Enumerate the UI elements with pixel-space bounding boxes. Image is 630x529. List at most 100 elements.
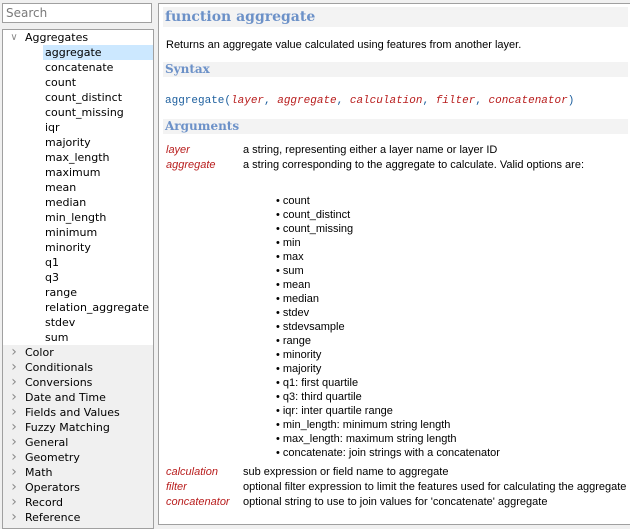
aggregate-option: range <box>276 334 500 348</box>
syntax-punct: , <box>475 95 489 107</box>
argument-row: aggregate a string corresponding to the a… <box>159 158 630 173</box>
tree-item-majority[interactable]: majority <box>3 135 153 150</box>
argument-description: sub expression or field name to aggregat… <box>243 466 449 478</box>
tree-item-label: range <box>45 286 77 299</box>
tree-group-label: Record <box>25 496 64 509</box>
tree-item-label: count_missing <box>45 106 124 119</box>
aggregate-option: q1: first quartile <box>276 376 500 390</box>
chevron-right-icon[interactable]: › <box>8 420 20 435</box>
syntax-arg: concatenator <box>488 95 568 107</box>
aggregate-option: mean <box>276 278 500 292</box>
aggregate-option: min <box>276 236 500 250</box>
tree-group-label: General <box>25 436 69 449</box>
search-input[interactable] <box>6 6 148 20</box>
tree-group-geometry[interactable]: › Geometry <box>3 450 153 465</box>
tree-item-minority[interactable]: minority <box>3 240 153 255</box>
tree-item-max-length[interactable]: max_length <box>3 150 153 165</box>
chevron-right-icon[interactable]: › <box>8 435 20 450</box>
argument-row: filter optional filter expression to limi… <box>159 480 630 495</box>
tree-group-general[interactable]: › General <box>3 435 153 450</box>
tree-group-reference[interactable]: › Reference <box>3 510 153 525</box>
tree-group-label: Operators <box>25 481 80 494</box>
tree-group-math[interactable]: › Math <box>3 465 153 480</box>
aggregate-option: minority <box>276 348 500 362</box>
aggregate-option: median <box>276 292 500 306</box>
chevron-right-icon[interactable]: › <box>8 495 20 510</box>
tree-item-maximum[interactable]: maximum <box>3 165 153 180</box>
chevron-right-icon[interactable]: › <box>8 375 20 390</box>
tree-item-q1[interactable]: q1 <box>3 255 153 270</box>
tree-group-operators[interactable]: › Operators <box>3 480 153 495</box>
tree-item-count[interactable]: count <box>3 75 153 90</box>
tree-group-date-and-time[interactable]: › Date and Time <box>3 390 153 405</box>
syntax-punct: ) <box>567 95 575 107</box>
tree-item-label: aggregate <box>45 45 153 60</box>
syntax-heading: Syntax <box>163 62 628 77</box>
chevron-right-icon[interactable]: › <box>8 450 20 465</box>
tree-group-aggregates[interactable]: ∨ Aggregates <box>3 30 153 45</box>
argument-name: filter <box>166 481 187 493</box>
syntax-arg: layer <box>231 95 265 107</box>
chevron-right-icon[interactable]: › <box>8 405 20 420</box>
chevron-right-icon[interactable]: › <box>8 510 20 525</box>
tree-item-minimum[interactable]: minimum <box>3 225 153 240</box>
tree-group-fields-and-values[interactable]: › Fields and Values <box>3 405 153 420</box>
argument-row: concatenator optional string to use to jo… <box>159 495 630 510</box>
arguments-list: layer a string, representing either a lay… <box>159 143 630 523</box>
collapsed-groups: › Color › Conditionals › Conversions › Date and… <box>3 345 153 525</box>
tree-item-label: relation_aggregate <box>45 301 149 314</box>
aggregate-option: sum <box>276 264 500 278</box>
tree-item-label: concatenate <box>45 61 114 74</box>
aggregate-option: majority <box>276 362 500 376</box>
tree-item-sum[interactable]: sum <box>3 330 153 345</box>
tree-item-min-length[interactable]: min_length <box>3 210 153 225</box>
aggregate-options-list: countcount_distinctcount_missingminmaxsu… <box>276 194 500 460</box>
tree-group-record[interactable]: › Record <box>3 495 153 510</box>
chevron-down-icon[interactable]: ∨ <box>8 30 20 45</box>
aggregate-option: max_length: maximum string length <box>276 432 500 446</box>
aggregate-option: stdevsample <box>276 320 500 334</box>
tree-item-median[interactable]: median <box>3 195 153 210</box>
tree-group-conversions[interactable]: › Conversions <box>3 375 153 390</box>
aggregates-group-block: ∨ Aggregates aggregate concatenate count co… <box>3 30 153 345</box>
syntax-punct: , <box>336 95 350 107</box>
syntax-arg: filter <box>435 95 476 107</box>
tree-group-label: Aggregates <box>25 31 89 44</box>
tree-item-aggregate[interactable]: aggregate <box>3 45 153 60</box>
search-box[interactable] <box>2 3 152 23</box>
argument-description: a string, representing either a layer na… <box>243 144 498 156</box>
argument-description: optional filter expression to limit the … <box>243 481 627 493</box>
tree-item-label: q1 <box>45 256 59 269</box>
argument-name: layer <box>166 144 190 156</box>
tree-item-count-distinct[interactable]: count_distinct <box>3 90 153 105</box>
argument-row: calculation sub expression or field name … <box>159 465 630 480</box>
tree-group-conditionals[interactable]: › Conditionals <box>3 360 153 375</box>
tree-group-fuzzy-matching[interactable]: › Fuzzy Matching <box>3 420 153 435</box>
tree-item-relation-aggregate[interactable]: relation_aggregate <box>3 300 153 315</box>
tree-item-label: minimum <box>45 226 98 239</box>
tree-group-label: Math <box>25 466 53 479</box>
tree-item-iqr[interactable]: iqr <box>3 120 153 135</box>
tree-group-color[interactable]: › Color <box>3 345 153 360</box>
tree-item-concatenate[interactable]: concatenate <box>3 60 153 75</box>
tree-item-range[interactable]: range <box>3 285 153 300</box>
chevron-right-icon[interactable]: › <box>8 480 20 495</box>
tree-item-label: maximum <box>45 166 101 179</box>
tree-item-label: mean <box>45 181 77 194</box>
argument-description: a string corresponding to the aggregate … <box>243 159 585 171</box>
tree-item-q3[interactable]: q3 <box>3 270 153 285</box>
tree-item-stdev[interactable]: stdev <box>3 315 153 330</box>
syntax-function-name: aggregate( <box>165 95 232 107</box>
chevron-right-icon[interactable]: › <box>8 360 20 375</box>
function-tree[interactable]: ∨ Aggregates aggregate concatenate count co… <box>2 29 154 529</box>
aggregates-items: aggregate concatenate count count_distinct c… <box>3 45 153 345</box>
chevron-right-icon[interactable]: › <box>8 465 20 480</box>
function-title: function aggregate <box>163 7 628 27</box>
tree-group-label: Reference <box>25 511 81 524</box>
chevron-right-icon[interactable]: › <box>8 345 20 360</box>
chevron-right-icon[interactable]: › <box>8 390 20 405</box>
tree-item-label: iqr <box>45 121 60 134</box>
tree-item-count-missing[interactable]: count_missing <box>3 105 153 120</box>
help-panel: function aggregate Returns an aggregate … <box>158 3 630 525</box>
tree-item-mean[interactable]: mean <box>3 180 153 195</box>
